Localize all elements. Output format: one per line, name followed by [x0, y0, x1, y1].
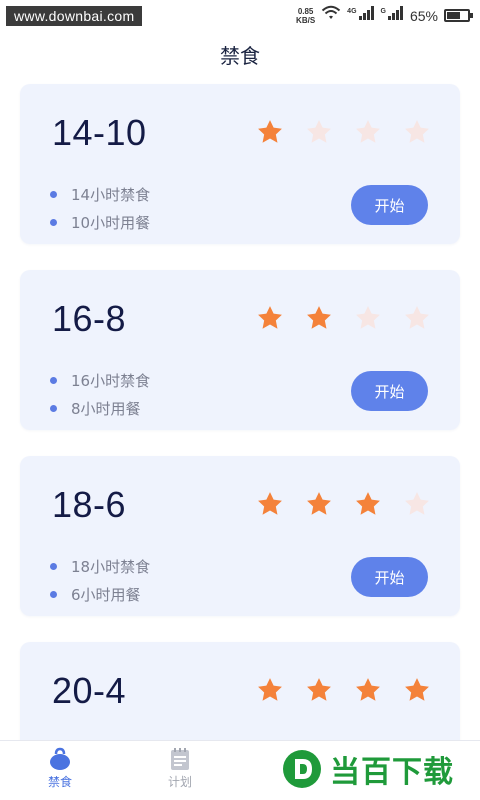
- signal-1-label: 4G: [347, 8, 357, 15]
- star-empty-icon: [354, 118, 382, 146]
- fasting-hours: 16小时禁食: [50, 366, 150, 394]
- fasting-hours-text: 16小时禁食: [71, 371, 151, 390]
- tab-fasting-label: 禁食: [47, 775, 72, 789]
- plan-card: 16-8 16小时禁食 8小时用餐 开始: [20, 270, 460, 430]
- difficulty-rating: [256, 304, 431, 332]
- status-bar: www.downbai.com 0.85 KB/S 4G G 65%: [0, 0, 480, 32]
- plan-details: 18小时禁食 6小时用餐: [50, 552, 150, 608]
- eating-hours-text: 10小时用餐: [71, 213, 151, 232]
- star-empty-icon: [403, 304, 431, 332]
- kettlebell-icon: [48, 747, 72, 771]
- eating-hours: 10小时用餐: [50, 208, 150, 236]
- notepad-icon: [168, 747, 192, 771]
- bottom-nav: 禁食 计划 当百下载: [0, 740, 480, 800]
- fasting-hours: 18小时禁食: [50, 552, 150, 580]
- bullet-dot: [50, 376, 57, 384]
- plan-name: 20-4: [52, 670, 127, 711]
- page-title: 禁食: [220, 44, 260, 68]
- eating-hours-text: 6小时用餐: [71, 585, 141, 604]
- plan-list: 14-10 14小时禁食 10小时用餐 开始 16-8 16小时禁食 8小时用餐…: [20, 84, 460, 800]
- plan-details: 14小时禁食 10小时用餐: [50, 180, 150, 236]
- star-filled-icon: [403, 676, 431, 704]
- eating-hours: 8小时用餐: [50, 394, 150, 422]
- battery-icon: [444, 9, 473, 22]
- plan-name: 16-8: [52, 298, 127, 339]
- brand-text: 当百下载: [330, 755, 454, 790]
- star-empty-icon: [403, 490, 431, 518]
- plan-card: 14-10 14小时禁食 10小时用餐 开始: [20, 84, 460, 244]
- network-speed-value: 0.85: [297, 6, 314, 16]
- fasting-hours: 14小时禁食: [50, 180, 150, 208]
- network-speed: 0.85 KB/S: [296, 7, 315, 25]
- status-icons: 0.85 KB/S 4G G 65%: [296, 5, 473, 26]
- plan-name: 18-6: [52, 484, 127, 525]
- start-button[interactable]: 开始: [351, 371, 428, 411]
- difficulty-rating: [256, 118, 431, 146]
- network-speed-unit: KB/S: [296, 15, 316, 25]
- signal-icon: [387, 6, 404, 25]
- star-filled-icon: [256, 490, 284, 518]
- fasting-hours-text: 18小时禁食: [71, 557, 151, 576]
- bullet-dot: [50, 562, 57, 570]
- star-filled-icon: [354, 490, 382, 518]
- plan-card: 18-6 18小时禁食 6小时用餐 开始: [20, 456, 460, 616]
- brand-watermark: 当百下载: [282, 748, 472, 790]
- wifi-icon: [321, 5, 341, 26]
- fasting-hours-text: 14小时禁食: [71, 185, 151, 204]
- battery-fill: [447, 12, 460, 19]
- signal-icon: [358, 6, 375, 25]
- difficulty-rating: [256, 490, 431, 518]
- tab-plan-label: 计划: [167, 775, 192, 789]
- star-filled-icon: [305, 676, 333, 704]
- bullet-dot: [50, 190, 57, 198]
- star-filled-icon: [354, 676, 382, 704]
- star-filled-icon: [256, 118, 284, 146]
- tab-fasting[interactable]: 禁食: [20, 747, 100, 790]
- start-button[interactable]: 开始: [351, 185, 428, 225]
- bullet-dot: [50, 590, 57, 598]
- plan-name: 14-10: [52, 112, 147, 153]
- star-empty-icon: [354, 304, 382, 332]
- plan-details: 16小时禁食 8小时用餐: [50, 366, 150, 422]
- bullet-dot: [50, 218, 57, 226]
- star-empty-icon: [305, 118, 333, 146]
- battery-percent: 65%: [409, 7, 438, 24]
- bullet-dot: [50, 404, 57, 412]
- eating-hours-text: 8小时用餐: [71, 399, 141, 418]
- signal-2-label: G: [380, 8, 386, 15]
- star-empty-icon: [403, 118, 431, 146]
- eating-hours: 6小时用餐: [50, 580, 150, 608]
- tab-plan[interactable]: 计划: [140, 747, 220, 790]
- star-filled-icon: [305, 490, 333, 518]
- star-filled-icon: [256, 304, 284, 332]
- start-button[interactable]: 开始: [351, 557, 428, 597]
- d-letter-logo: [282, 749, 322, 789]
- watermark-url: www.downbai.com: [6, 6, 143, 26]
- star-filled-icon: [256, 676, 284, 704]
- star-filled-icon: [305, 304, 333, 332]
- difficulty-rating: [256, 676, 431, 704]
